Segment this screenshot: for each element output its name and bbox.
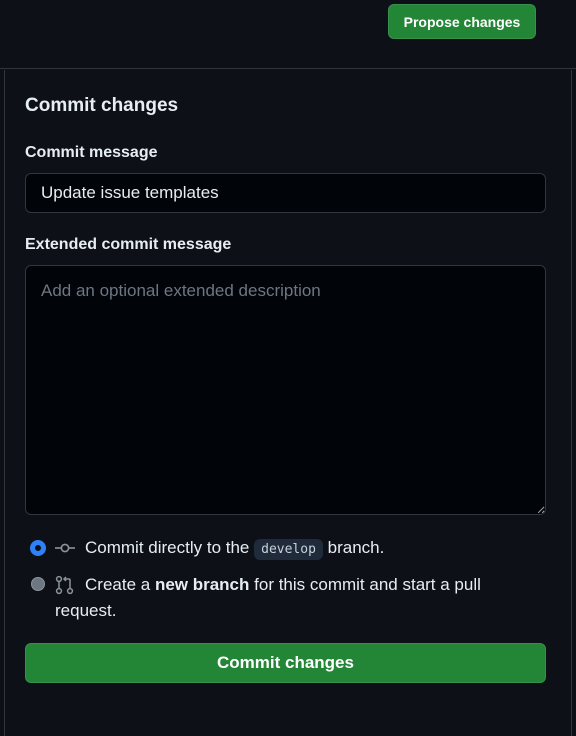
extended-message-label: Extended commit message [25, 236, 232, 253]
commit-changes-button[interactable]: Commit changes [25, 643, 546, 683]
new-branch-bold: new branch [154, 575, 250, 594]
top-toolbar: Propose changes [0, 0, 576, 69]
new-branch-text: Create a new branch for this commit and … [85, 572, 481, 598]
git-commit-icon [55, 543, 75, 553]
extended-message-textarea[interactable] [25, 265, 546, 515]
new-branch-prefix: Create a [85, 575, 151, 594]
commit-directly-label: Commit directly to the [85, 538, 250, 557]
commit-directly-radio[interactable] [31, 541, 45, 555]
new-branch-suffix: for this commit and start a pull [254, 575, 481, 594]
left-rail-divider [0, 70, 5, 736]
commit-message-label: Commit message [25, 144, 158, 161]
new-branch-text-line2: request. [55, 601, 117, 620]
commit-directly-text: Commit directly to the develop branch. [85, 535, 384, 563]
branch-name-badge: develop [254, 539, 323, 560]
git-pull-request-icon [55, 575, 74, 595]
commit-heading: Commit changes [25, 95, 179, 116]
commit-directly-suffix: branch. [327, 538, 385, 557]
commit-message-input[interactable] [25, 173, 546, 213]
propose-changes-button[interactable]: Propose changes [388, 4, 536, 39]
new-branch-radio[interactable] [31, 577, 45, 591]
